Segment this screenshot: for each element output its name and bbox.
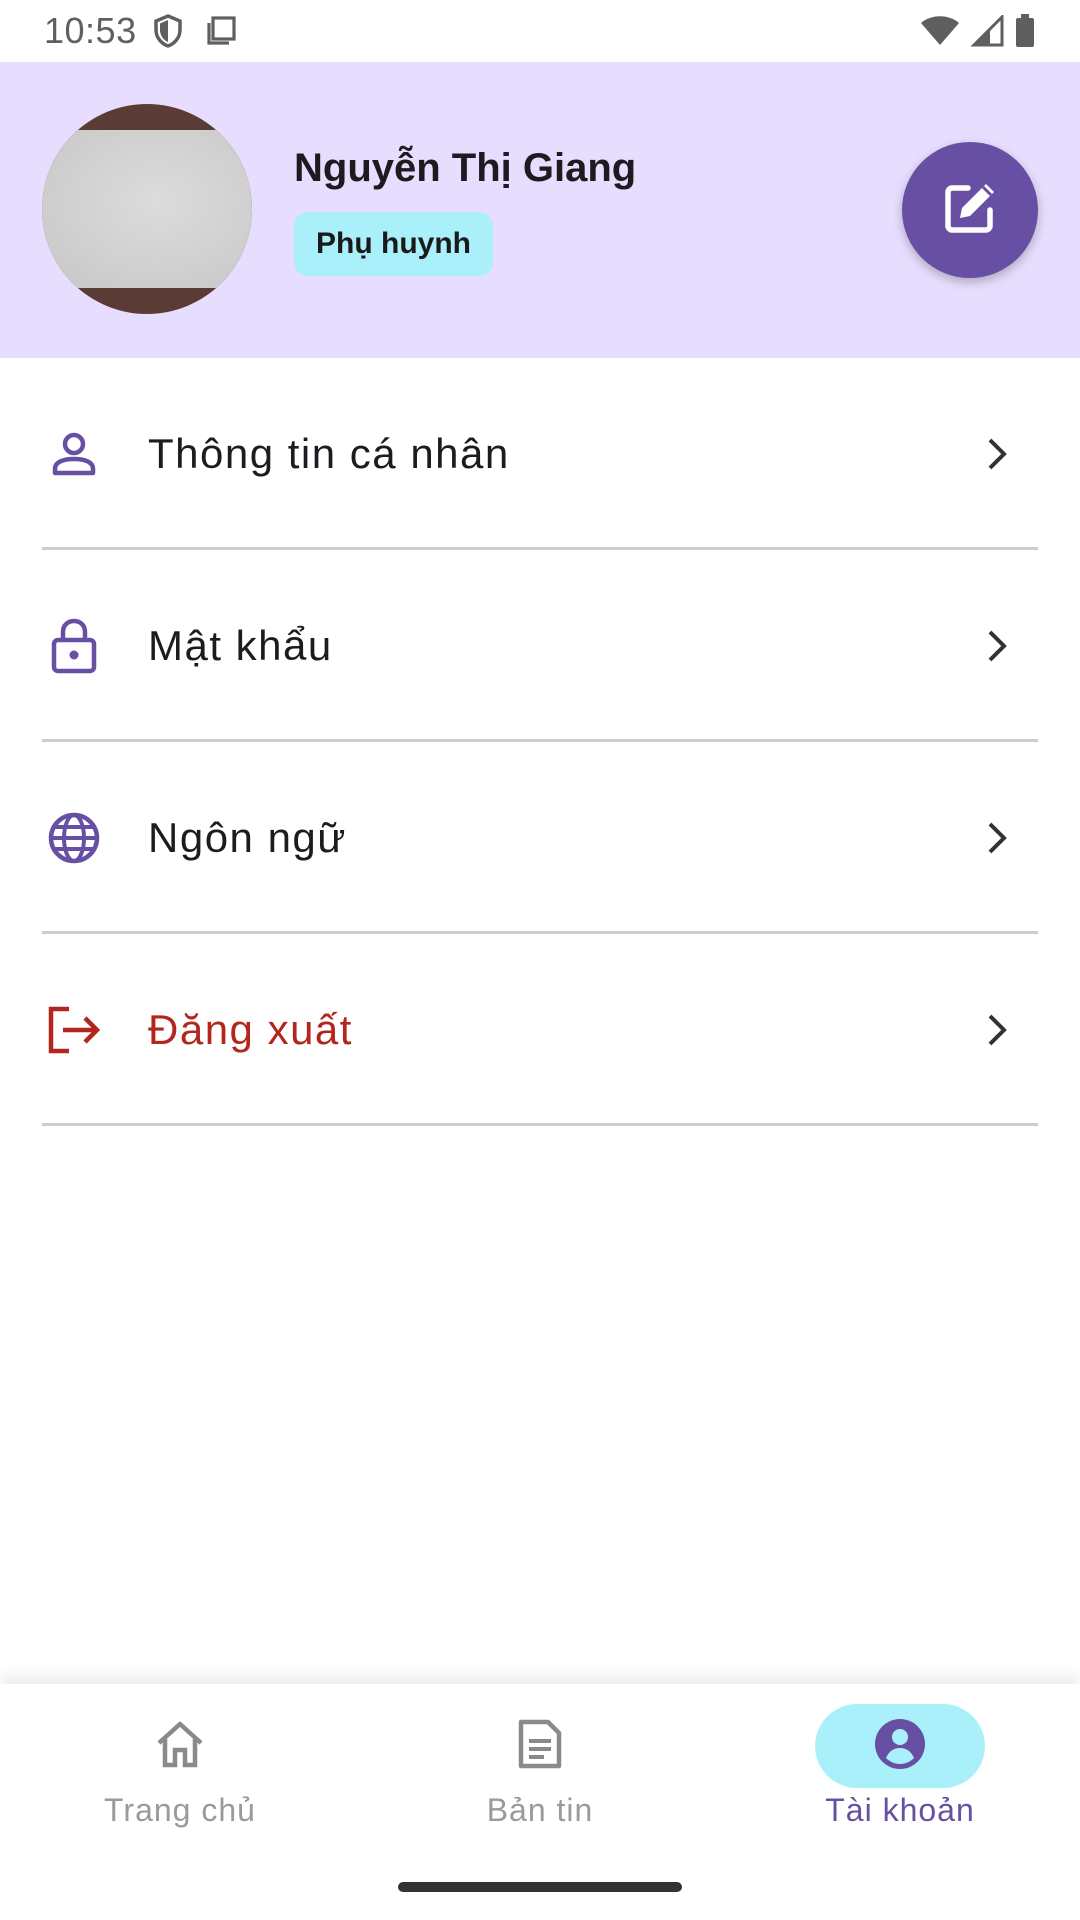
shield-icon: [153, 14, 183, 48]
status-bar: 10:53: [0, 0, 1080, 62]
chevron-right-icon: [976, 434, 1016, 474]
clipboard-icon: [205, 15, 237, 47]
avatar[interactable]: [42, 104, 252, 314]
account-menu: Thông tin cá nhân Mật khẩu Ngôn ngữ Đăng…: [0, 358, 1080, 1126]
menu-item-personal-info[interactable]: Thông tin cá nhân: [0, 358, 1080, 550]
menu-item-password[interactable]: Mật khẩu: [0, 550, 1080, 742]
lock-icon: [44, 616, 104, 676]
menu-item-label: Thông tin cá nhân: [148, 430, 510, 477]
avatar-photo: [42, 130, 252, 288]
nav-label: Tài khoản: [825, 1792, 975, 1828]
home-icon: [154, 1719, 206, 1774]
nav-item-account[interactable]: Tài khoản: [720, 1704, 1080, 1854]
wifi-icon: [920, 15, 960, 47]
nav-item-news[interactable]: Bản tin: [360, 1704, 720, 1854]
chevron-right-icon: [976, 1010, 1016, 1050]
status-time: 10:53: [44, 10, 137, 51]
menu-item-label: Đăng xuất: [148, 1006, 353, 1053]
active-nav-pill: [815, 1704, 985, 1788]
globe-icon: [44, 808, 104, 868]
menu-item-label: Mật khẩu: [148, 622, 333, 669]
edit-icon: [940, 178, 1000, 243]
role-badge: Phụ huynh: [294, 212, 493, 276]
battery-icon: [1014, 14, 1036, 48]
menu-item-language[interactable]: Ngôn ngữ: [0, 742, 1080, 934]
edit-profile-button[interactable]: [902, 142, 1038, 278]
profile-header: Nguyễn Thị Giang Phụ huynh: [0, 62, 1080, 358]
nav-label: Trang chủ: [104, 1792, 256, 1828]
chevron-right-icon: [976, 626, 1016, 666]
logout-icon: [44, 1000, 104, 1060]
menu-item-logout[interactable]: Đăng xuất: [0, 934, 1080, 1126]
profile-name: Nguyễn Thị Giang: [294, 146, 637, 190]
account-icon: [873, 1717, 927, 1776]
news-icon: [516, 1719, 564, 1774]
home-indicator[interactable]: [398, 1882, 682, 1892]
nav-item-home[interactable]: Trang chủ: [0, 1704, 360, 1854]
signal-icon: [970, 15, 1004, 47]
chevron-right-icon: [976, 818, 1016, 858]
nav-label: Bản tin: [486, 1792, 594, 1828]
menu-item-label: Ngôn ngữ: [148, 814, 347, 861]
person-icon: [44, 424, 104, 484]
